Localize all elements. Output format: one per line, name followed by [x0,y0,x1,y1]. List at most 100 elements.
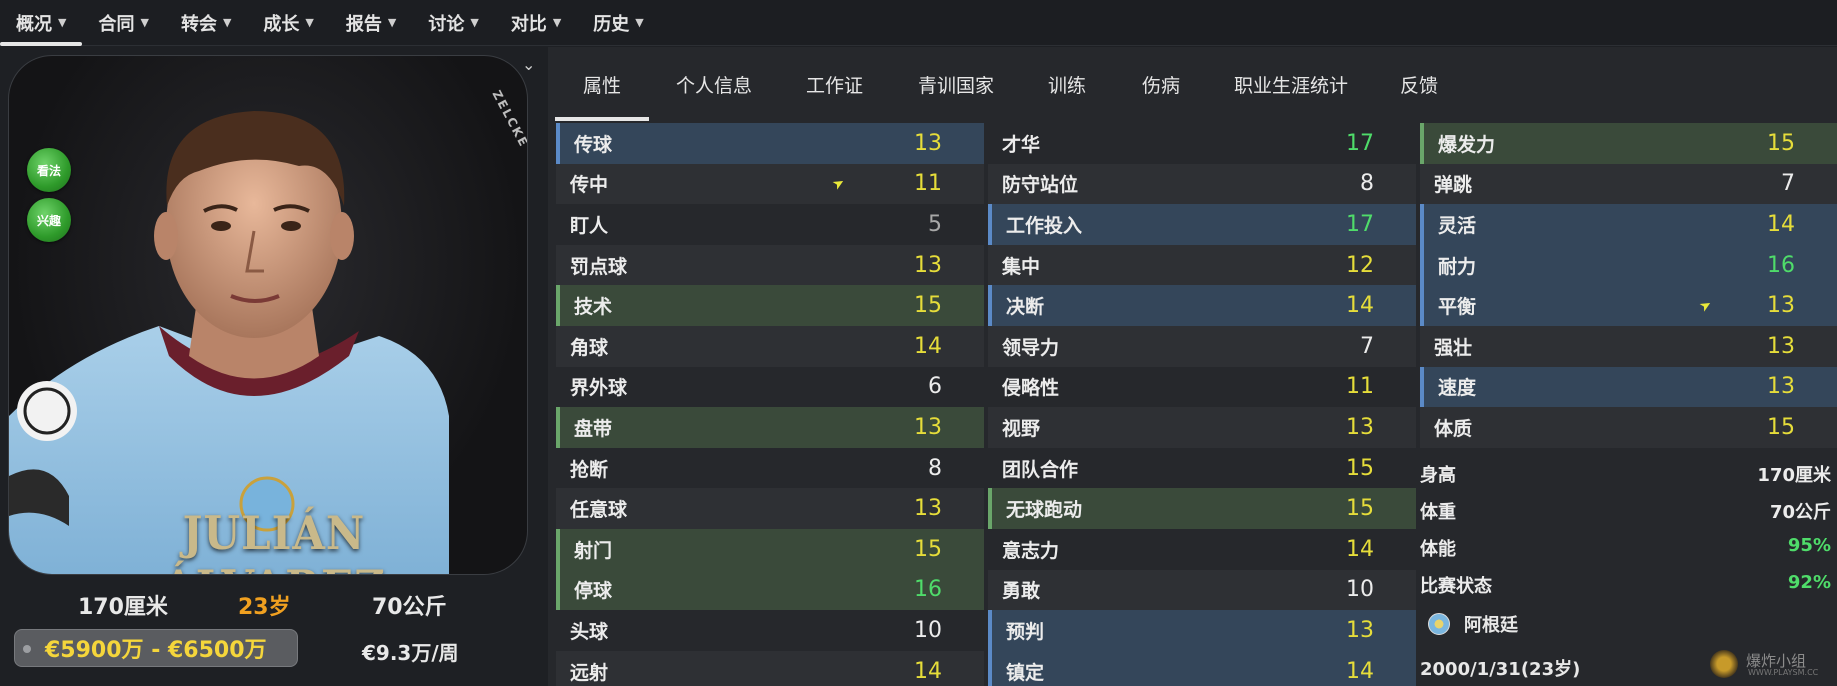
attribute-row[interactable]: 任意球 13 [556,488,984,529]
nav-transfer[interactable]: 转会 ▼ [165,0,247,46]
view-button[interactable]: 看法 [27,148,71,192]
attribute-row[interactable]: 传中 11 ➤ [556,163,984,205]
attribute-row[interactable]: 弹跳 7 [1420,163,1837,205]
attribute-value: 14 [1346,293,1374,319]
attribute-row[interactable]: 盯人 5 [556,204,984,245]
info-label: 比赛状态 [1420,576,1492,597]
attribute-row[interactable]: 角球 14 [556,325,984,367]
attribute-row[interactable]: 视野 13 [988,407,1416,448]
attribute-row[interactable]: 勇敢 10 [988,569,1416,611]
attribute-row[interactable]: 强壮 13 [1420,325,1837,367]
attribute-label: 远射 [570,661,609,684]
transfer-value-badge[interactable]: €5900万 - €6500万 [14,629,298,667]
attribute-row[interactable]: 镇定 14 [988,650,1416,686]
nav-label: 讨论 [428,13,465,35]
chevron-down-icon[interactable]: ⌄ [522,55,535,74]
nav-history[interactable]: 历史 ▼ [577,0,659,46]
nav-contract[interactable]: 合同 ▼ [82,0,164,46]
player-portrait: 看法 兴趣 ZELCKE JULIÁN ÁLVAREZ [8,55,528,575]
attribute-label: 才华 [1002,133,1041,156]
nav-reports[interactable]: 报告 ▼ [330,0,412,46]
attribute-row[interactable]: 远射 14 [556,650,984,686]
tab-feedback[interactable]: 反馈 [1400,71,1438,98]
nav-compare[interactable]: 对比 ▼ [495,0,577,46]
attribute-value: 13 [1767,374,1795,400]
attribute-value: 17 [1346,130,1374,156]
player-name-art: JULIÁN ÁLVAREZ [162,506,385,574]
attribute-row[interactable]: 集中 12 [988,244,1416,286]
attribute-row[interactable]: 体质 15 [1420,407,1837,448]
nav-overview[interactable]: 概况 ▼ [0,0,83,46]
attribute-row[interactable]: 团队合作 15 [988,448,1416,489]
interest-button[interactable]: 兴趣 [27,198,71,242]
attribute-row[interactable]: 才华 17 [988,123,1416,164]
attribute-row[interactable]: 停球 16 [556,569,984,611]
attribute-value: 17 [1346,211,1374,237]
nav-label: 历史 [593,13,630,35]
attribute-label: 弹跳 [1434,174,1473,197]
attribute-row[interactable]: 预判 13 [988,610,1416,651]
tab-personal-info[interactable]: 个人信息 [676,71,752,98]
attribute-row[interactable]: 无球跑动 15 [988,488,1416,529]
physical-attributes: 爆发力 15 弹跳 7 灵活 14 耐力 16 平衡 13 ➤ 强壮 13 速度 13 体质 15 [1420,123,1837,448]
nav-discuss[interactable]: 讨论 ▼ [412,0,494,46]
attribute-row[interactable]: 意志力 14 [988,529,1416,570]
attribute-row[interactable]: 防守站位 8 [988,163,1416,205]
attribute-label: 头球 [570,620,609,643]
attribute-row[interactable]: 工作投入 17 [988,204,1416,245]
tab-youth-nation[interactable]: 青训国家 [918,71,994,98]
nav-development[interactable]: 成长 ▼ [247,0,329,46]
attribute-label: 集中 [1002,255,1041,278]
attribute-row[interactable]: 决断 14 [988,285,1416,326]
info-value: 170厘米 [1757,465,1831,486]
attribute-row[interactable]: 平衡 13 ➤ [1420,285,1837,326]
nav-label: 转会 [180,13,217,35]
attribute-label: 盯人 [570,214,609,237]
attribute-label: 镇定 [1006,661,1045,684]
attribute-row[interactable]: 技术 15 [556,285,984,326]
date-of-birth: 2000/1/31(23岁) [1420,659,1581,680]
attribute-row[interactable]: 侵略性 11 [988,367,1416,408]
attribute-label: 罚点球 [570,255,628,278]
attribute-row[interactable]: 头球 10 [556,610,984,651]
tab-career-stats[interactable]: 职业生涯统计 [1234,71,1348,98]
attribute-row[interactable]: 灵活 14 [1420,204,1837,245]
player-photo-illustration [9,111,449,574]
attribute-label: 传中 [570,174,609,197]
tab-attributes[interactable]: 属性 [554,71,650,121]
tab-injuries[interactable]: 伤病 [1142,71,1180,98]
attribute-row[interactable]: 耐力 16 [1420,244,1837,286]
attribute-row[interactable]: 罚点球 13 [556,244,984,286]
attribute-row[interactable]: 爆发力 15 [1420,123,1837,164]
info-value: 70公斤 [1769,502,1831,523]
chevron-down-icon: ▼ [58,16,67,29]
attribute-label: 界外球 [570,377,628,400]
attribute-value: 15 [1767,130,1795,156]
attribute-row[interactable]: 领导力 7 [988,325,1416,367]
attribute-value: 14 [914,333,942,359]
attribute-label: 速度 [1438,377,1477,400]
attribute-label: 角球 [570,336,609,359]
tab-work-permit[interactable]: 工作证 [806,71,863,98]
nav-label: 对比 [510,13,547,35]
attribute-label: 预判 [1006,620,1045,643]
nationality[interactable]: 阿根廷 [1420,611,1518,637]
attribute-value: 16 [914,577,942,603]
attribute-row[interactable]: 射门 15 [556,528,984,570]
attribute-row[interactable]: 抢断 8 [556,448,984,489]
attribute-label: 停球 [574,580,613,603]
attribute-row[interactable]: 界外球 6 [556,367,984,408]
tab-training[interactable]: 训练 [1048,71,1086,98]
info-value: 95% [1787,535,1831,556]
attribute-label: 无球跑动 [1006,499,1083,522]
attribute-row[interactable]: 速度 13 [1420,366,1837,408]
chevron-down-icon: ▼ [387,16,397,29]
attribute-row[interactable]: 传球 13 [556,123,984,164]
attribute-row[interactable]: 盘带 13 [556,407,984,448]
weight-value: 70公斤 [372,595,447,620]
attribute-value: 15 [914,536,942,562]
profile-quick-stats: 170厘米 23岁 70公斤 [0,583,545,623]
nation-name: 阿根廷 [1464,615,1518,636]
attribute-label: 传球 [574,133,613,156]
attribute-value: 14 [1346,536,1374,562]
